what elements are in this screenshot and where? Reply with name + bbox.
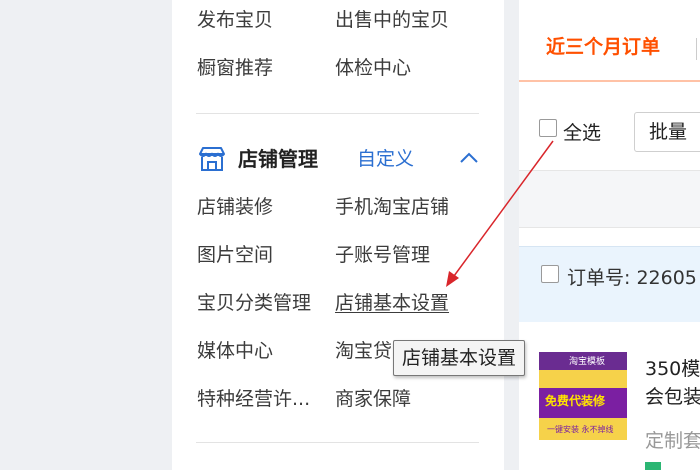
tab-underline [519, 80, 700, 82]
order-number: 订单号: 22605 [567, 267, 697, 289]
product-title-line2[interactable]: 会包装 [645, 384, 700, 410]
select-all-checkbox[interactable] [539, 119, 557, 137]
sidebar-link-special-license[interactable]: 特种经营许... [197, 387, 310, 411]
product-title-line1[interactable]: 350模 [645, 356, 700, 382]
sidebar-link-store-decoration[interactable]: 店铺装修 [197, 195, 273, 219]
sidebar-link-showcase[interactable]: 橱窗推荐 [197, 56, 273, 80]
sidebar-link-health-check[interactable]: 体检中心 [335, 56, 411, 80]
thumb-bottom-text: 一键安装 永不掉线 [547, 425, 614, 434]
sidebar-link-taobao-loan[interactable]: 淘宝贷 [335, 339, 392, 363]
sidebar-link-items-on-sale[interactable]: 出售中的宝贝 [335, 8, 449, 32]
customize-link[interactable]: 自定义 [357, 146, 414, 172]
tab-recent-orders[interactable]: 近三个月订单 [546, 34, 660, 60]
seller-sidebar: 发布宝贝 出售中的宝贝 橱窗推荐 体检中心 店铺管理 自定义 店铺装修 手机淘宝… [172, 0, 504, 470]
sidebar-link-media-center[interactable]: 媒体中心 [197, 339, 273, 363]
select-all-label[interactable]: 全选 [563, 120, 601, 146]
shop-icon [197, 145, 227, 177]
product-thumbnail[interactable]: 淘宝模板 免费代装修 一键安装 永不掉线 [539, 352, 627, 440]
sidebar-link-publish-item[interactable]: 发布宝贝 [197, 8, 273, 32]
sidebar-link-mobile-store[interactable]: 手机淘宝店铺 [335, 195, 449, 219]
thumb-main-text: 免费代装修 [545, 394, 606, 408]
tooltip: 店铺基本设置 [393, 340, 526, 376]
batch-button[interactable]: 批量 [634, 112, 700, 152]
sidebar-link-image-space[interactable]: 图片空间 [197, 243, 273, 267]
tab-divider [696, 38, 697, 60]
chevron-up-icon[interactable] [458, 150, 480, 170]
order-header: 订单号: 22605 [519, 246, 700, 322]
section-divider [196, 113, 479, 114]
thumb-top-text: 淘宝模板 [569, 357, 606, 367]
batch-button-label: 批量 [649, 121, 688, 143]
product-subtitle: 定制套 [645, 430, 700, 452]
sidebar-link-store-basic-settings[interactable]: 店铺基本设置 [335, 291, 449, 315]
sidebar-link-subaccount[interactable]: 子账号管理 [335, 243, 430, 267]
sidebar-link-category-management[interactable]: 宝贝分类管理 [197, 291, 311, 315]
section-divider [196, 442, 479, 443]
status-badge [645, 462, 661, 470]
sidebar-link-merchant-guarantee[interactable]: 商家保障 [335, 387, 411, 411]
filter-bar [519, 170, 700, 228]
section-title-store-management: 店铺管理 [238, 147, 318, 171]
order-checkbox[interactable] [541, 265, 559, 283]
orders-panel: 近三个月订单 全选 批量 订单号: 22605 淘宝模板 免费代装修 一键安装 … [519, 0, 700, 470]
